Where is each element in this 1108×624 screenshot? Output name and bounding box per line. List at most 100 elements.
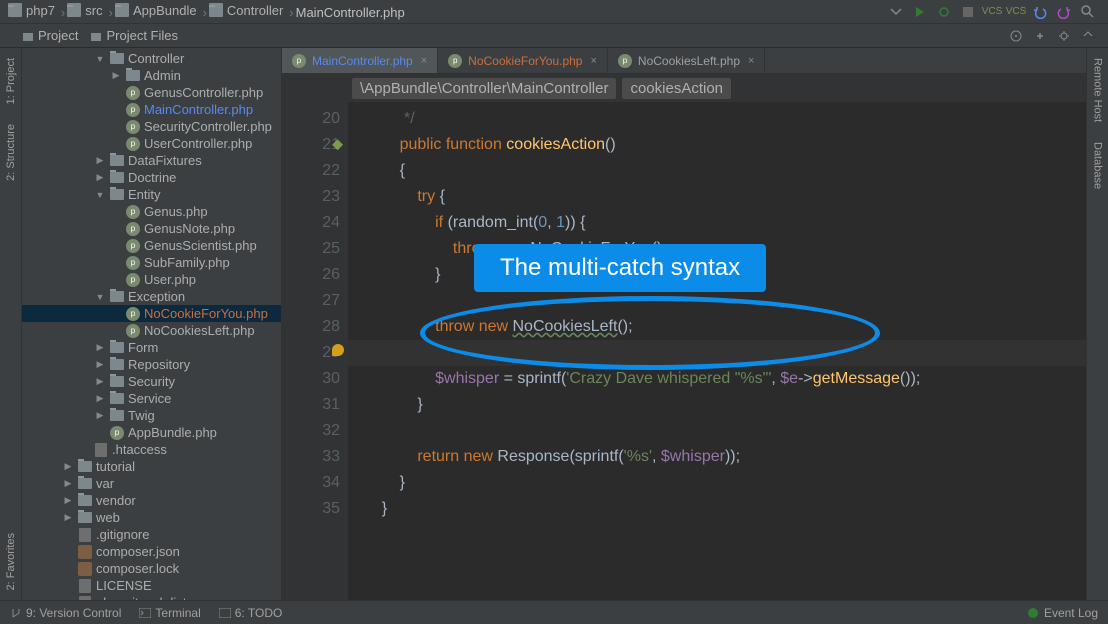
- tree-item[interactable]: ▶Service: [22, 390, 281, 407]
- tree-item[interactable]: pSecurityController.php: [22, 118, 281, 135]
- tree-item-label: GenusController.php: [144, 85, 263, 100]
- tree-item-label: GenusScientist.php: [144, 238, 257, 253]
- tree-item[interactable]: ▶web: [22, 509, 281, 526]
- tree-item[interactable]: p GenusScientist.php: [22, 237, 281, 254]
- project-tab-label: Project: [38, 28, 78, 43]
- todo-button[interactable]: 6: TODO: [219, 606, 283, 620]
- debug-icon[interactable]: [935, 3, 953, 21]
- search-icon[interactable]: [1079, 3, 1097, 21]
- tree-item[interactable]: ▶Admin: [22, 67, 281, 84]
- favorites-tool-button[interactable]: 2: Favorites: [5, 533, 17, 590]
- database-button[interactable]: Database: [1092, 142, 1104, 189]
- stop-icon[interactable]: [959, 3, 977, 21]
- intention-bulb-icon[interactable]: [332, 344, 344, 356]
- folder-icon: [78, 460, 92, 474]
- dropdown-icon[interactable]: [887, 3, 905, 21]
- project-files-tab[interactable]: Project Files: [90, 28, 178, 43]
- editor-tab[interactable]: pMainController.php×: [282, 48, 438, 73]
- tree-item-label: .htaccess: [112, 442, 167, 457]
- tree-item[interactable]: ▶Twig: [22, 407, 281, 424]
- tree-item[interactable]: pMainController.php: [22, 101, 281, 118]
- tree-item[interactable]: ▶tutorial: [22, 458, 281, 475]
- undo-icon[interactable]: [1031, 3, 1049, 21]
- terminal-button[interactable]: Terminal: [139, 606, 200, 620]
- tree-item-label: var: [96, 476, 114, 491]
- vcs-label[interactable]: VCS: [983, 3, 1001, 21]
- scroll-from-source-icon[interactable]: [1007, 27, 1025, 45]
- tree-item[interactable]: pNoCookieForYou.php: [22, 305, 281, 322]
- breadcrumb-item[interactable]: MainController.php: [296, 5, 405, 20]
- close-icon[interactable]: ×: [590, 55, 596, 67]
- remote-host-button[interactable]: Remote Host: [1092, 58, 1104, 122]
- project-tree[interactable]: ▼Controller▶Admin p GenusController.phppMa…: [22, 48, 282, 600]
- tree-item-label: User.php: [144, 272, 196, 287]
- tree-item[interactable]: LICENSE: [22, 577, 281, 594]
- folder-icon: [78, 494, 92, 508]
- breadcrumb-item[interactable]: php7: [8, 3, 55, 18]
- crumb-path[interactable]: \AppBundle\Controller\MainController: [352, 78, 616, 99]
- project-tool-button[interactable]: 1: Project: [5, 58, 17, 104]
- tree-item-label: Security: [128, 374, 175, 389]
- collapse-icon[interactable]: [1031, 27, 1049, 45]
- tree-item[interactable]: .htaccess: [22, 441, 281, 458]
- close-icon[interactable]: ×: [748, 55, 754, 67]
- tree-item-label: Controller: [128, 51, 184, 66]
- breadcrumb-item[interactable]: src: [67, 3, 102, 18]
- tree-item[interactable]: p User.php: [22, 271, 281, 288]
- tree-item[interactable]: ▶vendor: [22, 492, 281, 509]
- tree-item[interactable]: pAppBundle.php: [22, 424, 281, 441]
- tree-item[interactable]: ▶Doctrine: [22, 169, 281, 186]
- editor-tab[interactable]: pNoCookieForYou.php×: [438, 48, 608, 73]
- gear-icon[interactable]: [1055, 27, 1073, 45]
- run-icon[interactable]: [911, 3, 929, 21]
- tree-item[interactable]: ▶DataFixtures: [22, 152, 281, 169]
- tree-item[interactable]: ▼Exception: [22, 288, 281, 305]
- tree-item[interactable]: pSubFamily.php: [22, 254, 281, 271]
- php-icon: p: [126, 239, 140, 253]
- crumb-method[interactable]: cookiesAction: [622, 78, 731, 99]
- tree-item-label: Doctrine: [128, 170, 176, 185]
- folder-icon: [110, 154, 124, 168]
- php-icon: p: [110, 426, 124, 440]
- version-control-button[interactable]: 9: Version Control: [10, 606, 121, 620]
- tree-item[interactable]: phpunit.xml.dist: [22, 594, 281, 600]
- terminal-label: Terminal: [155, 606, 200, 620]
- close-icon[interactable]: ×: [421, 55, 427, 67]
- folder-icon: [110, 341, 124, 355]
- php-icon: p: [126, 273, 140, 287]
- folder-icon: [110, 409, 124, 423]
- tree-item[interactable]: ▶Form: [22, 339, 281, 356]
- structure-tool-button[interactable]: 2: Structure: [5, 124, 17, 181]
- redo-icon[interactable]: [1055, 3, 1073, 21]
- tree-item-label: SecurityController.php: [144, 119, 272, 134]
- tree-item[interactable]: composer.json: [22, 543, 281, 560]
- tree-item-label: Twig: [128, 408, 155, 423]
- breadcrumb-item[interactable]: AppBundle: [115, 3, 197, 18]
- tree-item[interactable]: ▼Entity: [22, 186, 281, 203]
- tree-item[interactable]: composer.lock: [22, 560, 281, 577]
- project-tab[interactable]: Project: [22, 28, 78, 43]
- php-icon: p: [126, 86, 140, 100]
- tree-item[interactable]: ▼Controller: [22, 50, 281, 67]
- tree-item-label: .gitignore: [96, 527, 149, 542]
- tree-item[interactable]: ▶Repository: [22, 356, 281, 373]
- tree-item[interactable]: .gitignore: [22, 526, 281, 543]
- tree-item[interactable]: p UserController.php: [22, 135, 281, 152]
- tree-item-label: Exception: [128, 289, 185, 304]
- project-files-tab-label: Project Files: [106, 28, 178, 43]
- tree-item-label: UserController.php: [144, 136, 252, 151]
- tree-item[interactable]: pGenusNote.php: [22, 220, 281, 237]
- tree-item[interactable]: pNoCookiesLeft.php: [22, 322, 281, 339]
- txt-icon: [94, 443, 108, 457]
- tree-item[interactable]: p GenusController.php: [22, 84, 281, 101]
- tree-item[interactable]: pGenus.php: [22, 203, 281, 220]
- breadcrumb-item[interactable]: Controller: [209, 3, 283, 18]
- tree-item[interactable]: ▶Security: [22, 373, 281, 390]
- event-log-button[interactable]: Event Log: [1028, 606, 1098, 620]
- hide-icon[interactable]: [1079, 27, 1097, 45]
- editor-tab[interactable]: pNoCookiesLeft.php×: [608, 48, 766, 73]
- vcs-label[interactable]: VCS: [1007, 3, 1025, 21]
- tree-item[interactable]: ▶var: [22, 475, 281, 492]
- tree-item-label: web: [96, 510, 120, 525]
- php-icon: p: [126, 137, 140, 151]
